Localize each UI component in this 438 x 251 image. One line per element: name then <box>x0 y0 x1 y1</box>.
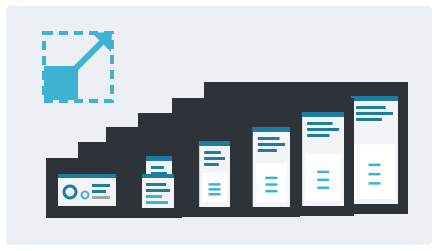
screen-text-line <box>356 106 386 109</box>
card-line <box>265 176 278 180</box>
screen-text-line <box>204 151 221 154</box>
card-line <box>265 183 278 186</box>
card-line <box>317 186 330 190</box>
device-screen <box>58 174 116 206</box>
screen-card <box>354 144 395 199</box>
card-line <box>368 163 381 167</box>
screen-text-line <box>307 128 339 131</box>
screen-text-line <box>356 118 382 121</box>
screen-text-line <box>356 112 393 115</box>
screen-card <box>202 173 227 202</box>
screen-card <box>305 154 341 201</box>
screen-text-line <box>204 163 219 166</box>
screen-text-line <box>204 157 225 160</box>
responsive-screens-illustration <box>42 31 408 218</box>
card-line <box>368 172 381 176</box>
resize-arrow-icon <box>42 31 114 103</box>
screen-text-line <box>151 166 164 169</box>
screen-text-line <box>146 201 168 204</box>
screen-text-line <box>146 183 166 186</box>
screen-header-bar <box>146 156 172 161</box>
card-line <box>368 182 381 185</box>
screen-header-bar <box>58 174 116 178</box>
device-size-1 <box>46 158 134 218</box>
screen-text-line <box>146 189 170 192</box>
screen-text-line <box>257 149 277 152</box>
screen-text-line <box>257 143 285 146</box>
screen-text-line <box>307 134 330 137</box>
screen-text-line <box>307 122 333 125</box>
screen-text-line <box>92 190 106 193</box>
screen-header-bar <box>252 127 290 132</box>
screen-card <box>255 163 287 202</box>
card-line <box>265 189 278 193</box>
screen-header-bar <box>302 112 344 117</box>
screen-text-line <box>146 195 162 198</box>
screen-text-line <box>92 196 110 199</box>
screen-header-bar <box>142 174 174 178</box>
screen-text-line <box>92 184 110 187</box>
device-size-1-detail <box>142 174 174 208</box>
screen-header-bar <box>351 96 398 101</box>
card-line <box>208 188 221 191</box>
screen-text-line <box>257 137 280 140</box>
card-line <box>208 183 221 186</box>
screen-header-bar <box>199 141 230 146</box>
card-line <box>317 170 330 174</box>
card-line <box>317 178 330 182</box>
illustration-panel <box>6 6 432 245</box>
card-line <box>208 193 221 196</box>
illustration-canvas <box>0 0 438 251</box>
